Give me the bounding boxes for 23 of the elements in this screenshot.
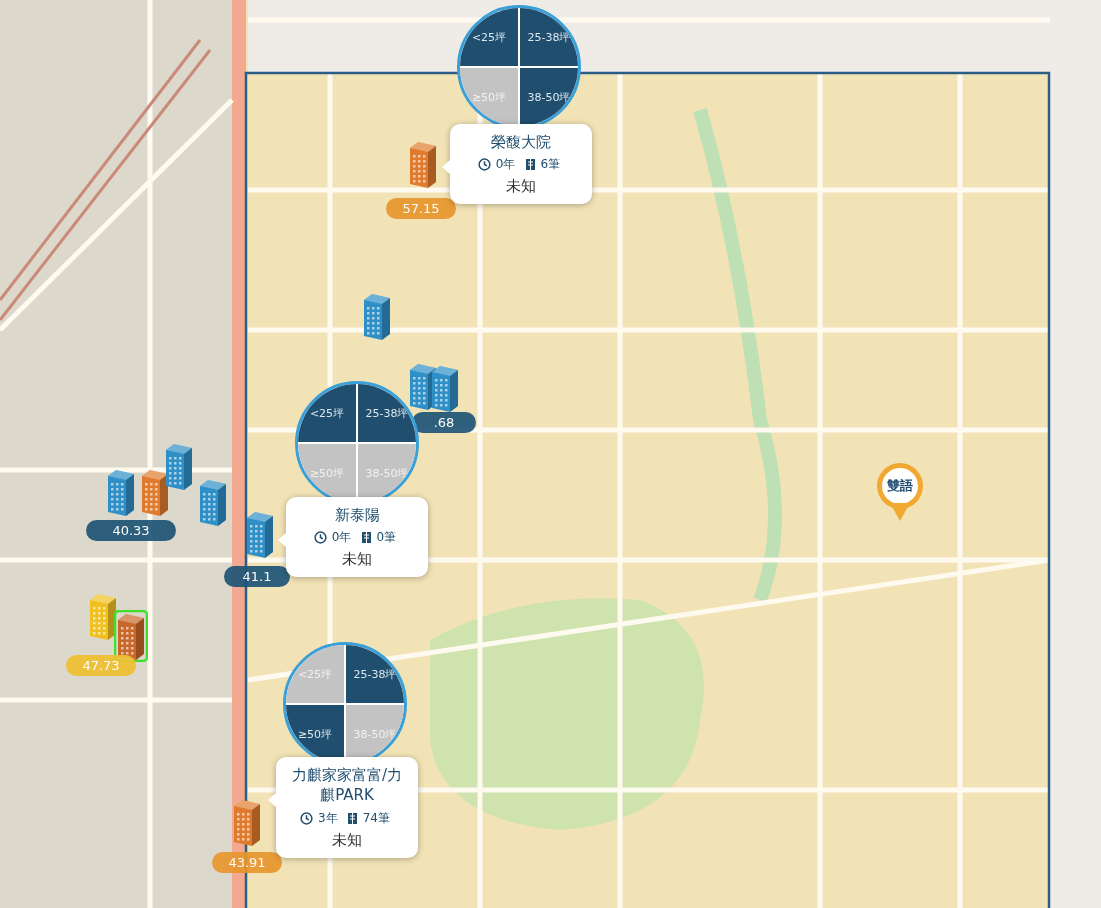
status-text: 未知 — [342, 550, 372, 570]
record-count: 0筆 — [376, 529, 397, 547]
building-age: 0年 — [495, 156, 516, 174]
status-text: 未知 — [506, 177, 536, 197]
ledger-icon — [524, 158, 536, 172]
building-age: 0年 — [331, 529, 352, 547]
price-badge[interactable]: 40.33 — [86, 520, 176, 541]
building-name: 新泰陽 — [334, 505, 380, 526]
price-badge[interactable]: .68 — [412, 412, 476, 433]
pin-label: 雙語 — [882, 468, 918, 504]
building-name: 力麒家家富富/力麒PARK — [290, 765, 404, 806]
building-name: 榮馥大院 — [491, 132, 551, 153]
clock-icon — [300, 811, 314, 825]
building-icon[interactable] — [114, 610, 148, 662]
price-badge[interactable]: 41.1 — [224, 566, 290, 587]
clock-icon — [477, 158, 491, 172]
record-count: 74筆 — [362, 809, 390, 827]
record-count: 6筆 — [540, 156, 561, 174]
ledger-icon — [346, 811, 358, 825]
ledger-icon — [360, 531, 372, 545]
status-text: 未知 — [332, 830, 362, 850]
building-age: 3年 — [318, 809, 338, 827]
clock-icon — [313, 531, 327, 545]
